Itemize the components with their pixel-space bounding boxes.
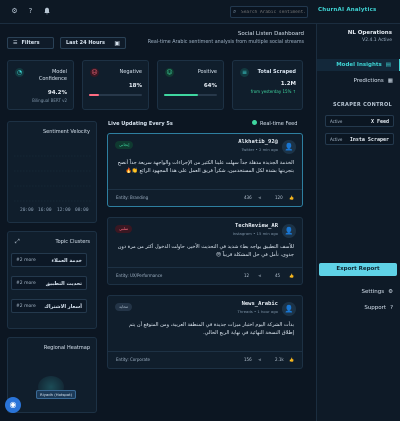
feed-refresh-label: Live Updating Every 5s (108, 121, 173, 127)
avatar: 👤 (282, 140, 296, 154)
like-count: 45 (275, 273, 281, 278)
bell-icon[interactable] (42, 7, 51, 16)
velocity-tick: 20:00 (20, 208, 34, 213)
post-text: الخدمة الجديدة مذهلة جداً سهلت علينا الك… (117, 160, 294, 174)
negative-progress-fill (89, 94, 99, 96)
post-author[interactable]: News_Arabic (242, 301, 278, 307)
nav-support[interactable]: Support ? (317, 302, 400, 314)
share-count: 156 (244, 357, 252, 362)
sidebar-title: NL Operations (347, 30, 392, 36)
positive-progress-track (164, 94, 217, 96)
negative-progress-track (89, 94, 142, 96)
feed-post[interactable]: سلبي TechReview_AR Instagram • 15 min ag… (107, 217, 303, 285)
insights-icon: ▤ (385, 62, 391, 68)
page-title: Social Listen Dashboard (237, 31, 304, 37)
page-subtitle: Real-time Arabic sentiment analysis from… (147, 40, 304, 45)
kpi-model-confidence: ◔ Model Confidence 94.2% Bilingual BERT … (7, 60, 74, 110)
calendar-icon: ▣ (114, 39, 120, 47)
share-count: 12 (244, 273, 250, 278)
post-footer: Entity: UX/Performance 12 ⋖ 45 👍 (108, 267, 302, 284)
nav-model-insights[interactable]: Model Insights ▤ (317, 59, 400, 71)
nav-settings[interactable]: Settings ⚙ (317, 286, 400, 298)
sidebar-version: V2.4.1 Active (362, 38, 392, 43)
top-bar: ⚙ ? ⌕ ChurnAI Analytics (0, 0, 400, 24)
help-icon[interactable]: ? (26, 7, 35, 16)
feed-title: Real-time Feed (260, 121, 298, 127)
search-input[interactable] (241, 7, 307, 17)
kpi-negative: ☹ Negative 18% (82, 60, 149, 110)
sentiment-badge: إيجابي (115, 141, 134, 149)
sentiment-badge: محايد (115, 303, 133, 311)
cluster-item[interactable]: #2 more تحديث التطبيق (11, 276, 87, 290)
post-text: بدأت الشركة اليوم اختبار ميزات جديدة في … (129, 322, 294, 336)
like-icon[interactable]: 👍 (289, 195, 294, 200)
expand-icon[interactable]: ⤢ (15, 238, 20, 246)
velocity-tick: 16:00 (38, 208, 52, 213)
post-entity: Entity: Corporate (116, 357, 151, 362)
velocity-title: Sentiment Velocity (42, 129, 90, 135)
post-entity: Entity: UX/Performance (116, 273, 163, 278)
scraper-insta[interactable]: Active Insta Scraper (325, 133, 394, 145)
post-author[interactable]: Alkhatib_92@ (238, 139, 278, 145)
velocity-tick: 12:00 (57, 208, 71, 213)
cluster-item[interactable]: #2 more خدمة العملاء (11, 253, 87, 267)
search-box[interactable]: ⌕ (230, 6, 308, 18)
scraper-x-feed[interactable]: Active X Feed (325, 115, 394, 127)
like-count: 120 (275, 195, 283, 200)
avatar: 👤 (282, 224, 296, 238)
chart-icon: ◔ (15, 68, 24, 77)
database-icon: ≡ (240, 68, 249, 77)
like-icon[interactable]: 👍 (289, 273, 294, 278)
smile-icon: ☺ (165, 68, 174, 77)
share-icon[interactable]: ⋖ (258, 195, 261, 200)
filters-button[interactable]: ☰ Filters (7, 37, 54, 49)
page-header: Social Listen Dashboard Real-time Arabic… (148, 31, 304, 45)
live-indicator (252, 120, 257, 125)
like-count: 2.1k (275, 357, 284, 362)
nav-predictions[interactable]: Predictions ▦ (317, 75, 400, 87)
post-meta: Instagram • 15 min ago (232, 231, 278, 236)
clusters-title: Topic Clusters (55, 239, 90, 245)
post-meta: Threads • 1 hour ago (237, 309, 279, 314)
post-entity: Entity: Branding (116, 195, 149, 200)
post-author[interactable]: TechReview_AR (235, 223, 278, 229)
export-report-button[interactable]: Export Report (319, 263, 397, 276)
positive-progress-fill (164, 94, 198, 96)
sentiment-badge: سلبي (115, 225, 133, 233)
post-text: للأسف التطبيق يواجه بطء شديد في التحديث … (117, 244, 294, 258)
like-icon[interactable]: 👍 (289, 357, 294, 362)
heatmap-tooltip: Riyadh (Hotspot) (36, 390, 77, 399)
kpi-positive: ☺ Positive 64% (157, 60, 224, 110)
feed-post[interactable]: إيجابي Alkhatib_92@ Twitter • 2 min ago … (107, 133, 303, 207)
gear-icon: ⚙ (388, 289, 393, 295)
date-range-button[interactable]: Last 24 Hours ▣ (60, 37, 126, 49)
search-icon: ⌕ (233, 8, 237, 15)
post-meta: Twitter • 2 min ago (241, 147, 278, 152)
filter-icon: ☰ (13, 40, 18, 46)
share-count: 436 (244, 195, 252, 200)
chat-fab[interactable]: ◉ (5, 397, 21, 413)
feed-post[interactable]: محايد News_Arabic Threads • 1 hour ago 👤… (107, 295, 303, 369)
frown-icon: ☹ (90, 68, 99, 77)
right-sidebar: NL Operations V2.4.1 Active Model Insigh… (316, 24, 400, 421)
scraper-control-title: SCRAPER CONTROL (333, 102, 392, 108)
post-footer: Entity: Corporate 156 ⋖ 2.1k 👍 (108, 351, 302, 368)
velocity-chart (14, 155, 92, 202)
predictions-icon: ▦ (387, 78, 393, 84)
settings-icon[interactable]: ⚙ (10, 7, 19, 16)
chat-icon: ◉ (9, 400, 17, 409)
kpi-total-scraped: ≡ Total Scraped 1.2M from yesterday 15% … (232, 60, 303, 110)
avatar: 👤 (282, 302, 296, 316)
support-icon: ? (390, 305, 393, 311)
heatmap-title: Regional Heatmap (43, 345, 90, 351)
cluster-item[interactable]: #2 more أسعار الاشتراك (11, 299, 87, 313)
post-footer: Entity: Branding 436 ⋖ 120 👍 (108, 189, 302, 206)
velocity-tick: 08:00 (75, 208, 89, 213)
share-icon[interactable]: ⋖ (258, 273, 261, 278)
brand-name: ChurnAI Analytics (318, 7, 377, 13)
share-icon[interactable]: ⋖ (258, 357, 261, 362)
